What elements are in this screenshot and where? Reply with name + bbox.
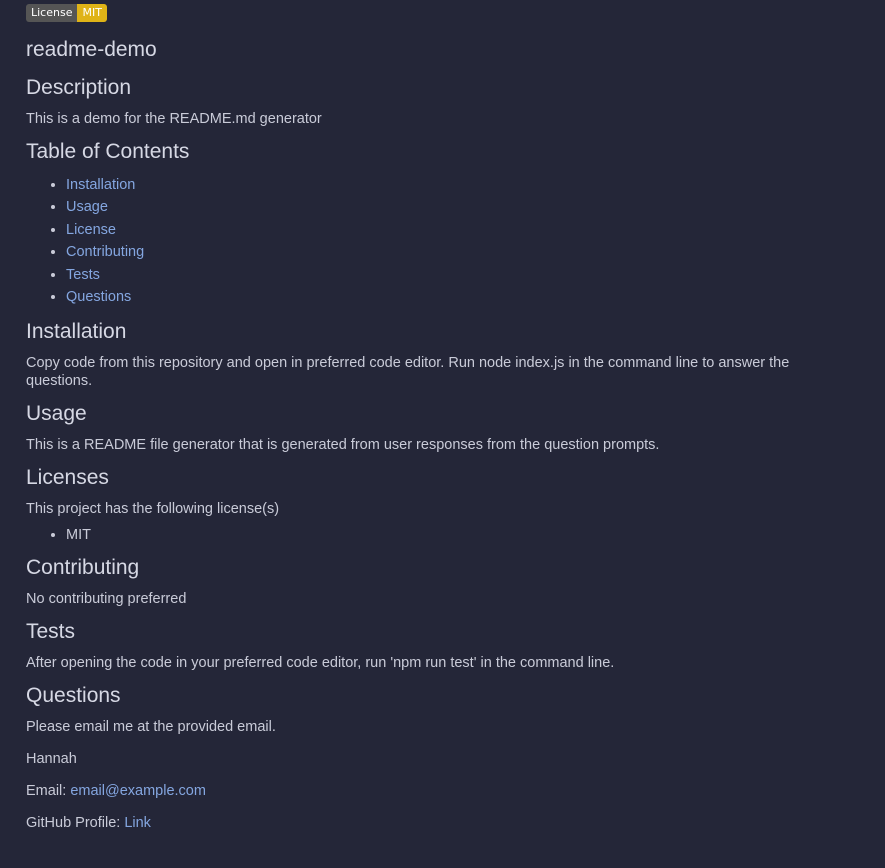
author-name: Hannah <box>26 751 77 768</box>
toc-item: Questions <box>66 286 859 308</box>
github-label: GitHub Profile: <box>26 815 125 832</box>
questions-heading: Questions <box>26 684 121 708</box>
toc-item: Contributing <box>66 241 859 263</box>
toc-link-usage[interactable]: Usage <box>66 199 108 215</box>
email-label: Email: <box>26 783 71 800</box>
license-badge[interactable]: License MIT <box>26 4 107 22</box>
tests-text: After opening the code in your preferred… <box>26 655 615 672</box>
toc-link-contributing[interactable]: Contributing <box>66 244 144 260</box>
licenses-list: MIT <box>26 526 859 544</box>
toc-item: Tests <box>66 264 859 286</box>
license-item: MIT <box>66 526 859 544</box>
licenses-heading: Licenses <box>26 466 109 490</box>
toc-link-tests[interactable]: Tests <box>66 267 100 283</box>
toc-item: License <box>66 219 859 241</box>
contributing-heading: Contributing <box>26 556 140 580</box>
description-heading: Description <box>26 76 132 99</box>
toc-link-license[interactable]: License <box>66 222 116 238</box>
licenses-text: This project has the following license(s… <box>26 501 280 518</box>
toc-link-questions[interactable]: Questions <box>66 289 131 305</box>
tests-heading: Tests <box>26 620 76 644</box>
license-badge-value: MIT <box>77 4 107 22</box>
contributing-text: No contributing preferred <box>26 591 187 608</box>
installation-heading: Installation <box>26 320 127 344</box>
toc-link-installation[interactable]: Installation <box>66 177 135 193</box>
email-line: Email: email@example.com <box>26 782 859 800</box>
readme-page: License MIT readme-demo Description This… <box>0 0 885 868</box>
github-profile-link[interactable]: Link <box>124 815 151 831</box>
email-link[interactable]: email@example.com <box>70 783 206 799</box>
github-line: GitHub Profile: Link <box>26 814 859 832</box>
installation-text: Copy code from this repository and open … <box>26 355 790 390</box>
toc-item: Usage <box>66 196 859 218</box>
page-title: readme-demo <box>26 38 157 61</box>
usage-text: This is a README file generator that is … <box>26 437 660 454</box>
usage-heading: Usage <box>26 402 87 426</box>
toc-list: Installation Usage License Contributing … <box>26 174 859 308</box>
toc-item: Installation <box>66 174 859 196</box>
description-text: This is a demo for the README.md generat… <box>26 111 322 127</box>
toc-heading: Table of Contents <box>26 140 190 163</box>
license-badge-label: License <box>26 4 78 22</box>
questions-text: Please email me at the provided email. <box>26 719 276 736</box>
